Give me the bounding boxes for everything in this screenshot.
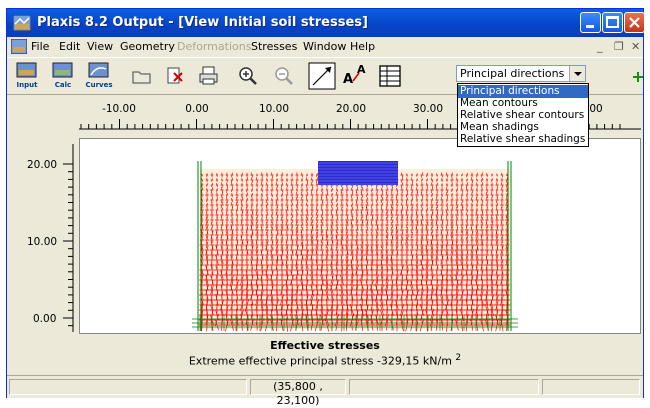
print-icon[interactable] bbox=[194, 61, 224, 91]
maximize-icon bbox=[606, 16, 619, 28]
menu-edit[interactable]: Edit bbox=[59, 40, 80, 53]
menu-bar: File Edit View Geometry Deformations Str… bbox=[7, 37, 643, 57]
unit-superscript: 2 bbox=[455, 353, 462, 363]
minimize-icon bbox=[586, 25, 594, 28]
plot-canvas[interactable] bbox=[79, 138, 641, 334]
table-icon[interactable] bbox=[375, 61, 405, 91]
menu-file[interactable]: File bbox=[31, 40, 49, 53]
ruler-x-label: -10.00 bbox=[102, 103, 136, 115]
stress-plot bbox=[192, 161, 518, 332]
cursor-coordinates: (35,800 , 23,100) bbox=[250, 379, 346, 407]
zoom-out-icon[interactable] bbox=[269, 61, 299, 91]
calc-program-icon bbox=[52, 62, 73, 78]
input-button[interactable]: Input bbox=[11, 61, 41, 91]
curves-label: Curves bbox=[85, 81, 113, 89]
ruler-y-label: 10.00 bbox=[27, 236, 57, 248]
result-title: Effective stresses bbox=[270, 339, 380, 352]
close-button[interactable] bbox=[624, 12, 645, 33]
extreme-stress-text: Extreme effective principal stress -329,… bbox=[188, 354, 452, 368]
chevron-down-icon[interactable] bbox=[569, 66, 585, 81]
menu-stresses[interactable]: Stresses bbox=[251, 40, 297, 53]
close-icon bbox=[629, 17, 640, 28]
menu-help[interactable]: Help bbox=[350, 40, 375, 53]
status-cell-mid bbox=[349, 379, 539, 395]
load-rect bbox=[318, 161, 398, 185]
display-type-value: Principal directions bbox=[460, 67, 565, 80]
status-bar: (35,800 , 23,100) bbox=[7, 375, 643, 407]
menu-geometry[interactable]: Geometry bbox=[120, 40, 175, 53]
calc-button[interactable]: Calc bbox=[47, 61, 77, 91]
display-type-select[interactable]: Principal directions bbox=[456, 65, 586, 82]
distributed-load bbox=[318, 161, 398, 185]
status-cell-right bbox=[542, 379, 640, 395]
ruler-x-label: 30.00 bbox=[412, 103, 444, 115]
minimize-button[interactable] bbox=[580, 12, 601, 33]
toolbar-overflow-icon[interactable] bbox=[633, 72, 643, 82]
ruler-x-label: 00 bbox=[589, 103, 603, 115]
option-relative-shear-shadings[interactable]: Relative shear shadings bbox=[458, 133, 588, 146]
scale-arrow-icon[interactable] bbox=[307, 61, 337, 91]
window-title: Plaxis 8.2 Output - [View Initial soil s… bbox=[37, 15, 368, 30]
ruler-x-label: 20.00 bbox=[335, 103, 367, 115]
status-cell-left bbox=[9, 379, 247, 395]
vertical-ruler: 20.00 10.00 0.00 bbox=[27, 144, 74, 332]
title-bar[interactable]: Plaxis 8.2 Output - [View Initial soil s… bbox=[7, 9, 645, 37]
svg-text:A: A bbox=[343, 72, 353, 87]
curves-program-icon bbox=[88, 62, 109, 78]
ruler-y-label: 0.00 bbox=[33, 313, 56, 325]
ruler-x-label: 0.00 bbox=[185, 103, 209, 115]
document-icon[interactable] bbox=[11, 39, 27, 54]
zoom-in-icon[interactable] bbox=[233, 61, 263, 91]
menu-window[interactable]: Window bbox=[303, 40, 346, 53]
output-window: Plaxis 8.2 Output - [View Initial soil s… bbox=[6, 8, 645, 407]
input-label: Input bbox=[16, 81, 38, 89]
result-subtitle: Extreme effective principal stress -329,… bbox=[7, 353, 643, 368]
plaxis-app-icon bbox=[13, 15, 31, 31]
open-folder-icon[interactable] bbox=[127, 61, 157, 91]
calc-label: Calc bbox=[54, 81, 72, 89]
display-type-dropdown: Principal directions Mean contours Relat… bbox=[457, 83, 589, 147]
label-icon[interactable]: AA bbox=[341, 61, 371, 91]
menu-view[interactable]: View bbox=[87, 40, 113, 53]
mdi-restore-icon[interactable]: ❐ bbox=[614, 40, 624, 53]
maximize-button[interactable] bbox=[602, 12, 623, 33]
export-icon[interactable] bbox=[160, 61, 190, 91]
curves-button[interactable]: Curves bbox=[83, 61, 113, 91]
input-program-icon bbox=[16, 62, 37, 78]
ruler-x-label: 10.00 bbox=[258, 103, 290, 115]
ruler-y-label: 20.00 bbox=[27, 159, 57, 171]
menu-deformations[interactable]: Deformations bbox=[177, 40, 251, 53]
mdi-minimize-icon[interactable]: _ bbox=[597, 40, 603, 53]
mdi-close-icon[interactable]: ✕ bbox=[631, 40, 640, 53]
